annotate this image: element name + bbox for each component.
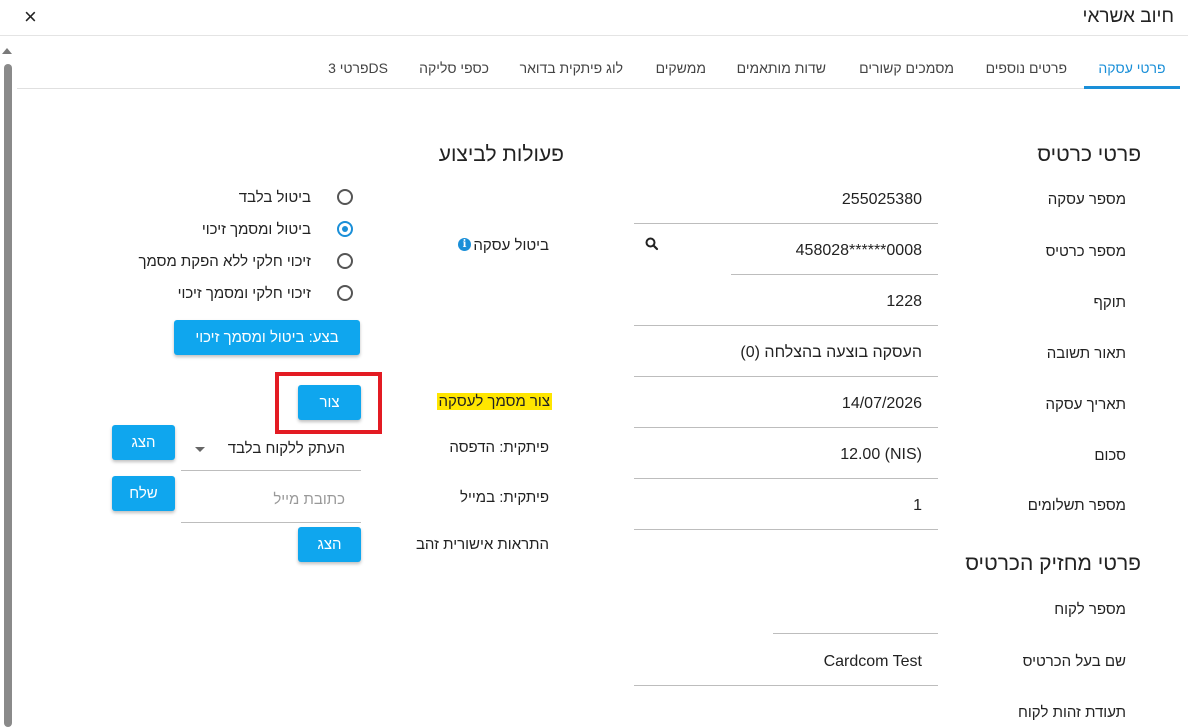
field-divider (773, 633, 938, 634)
field-divider (634, 478, 938, 479)
radio-option-cancel-credit-label: ביטול ומסמך זיכוי (201, 221, 311, 238)
field-divider (634, 427, 938, 428)
tab-email-slip-log[interactable]: לוג פיתקית בדואר (520, 58, 623, 88)
field-divider (731, 274, 938, 275)
email-send-button[interactable]: שלח (112, 476, 175, 511)
print-show-button[interactable]: הצג (112, 425, 175, 460)
radio-option-partial-no-doc-label: זיכוי חלקי ללא הפקת מסמך (138, 253, 311, 270)
transaction-date-value: 14/07/2026 (841, 395, 922, 412)
field-divider (634, 325, 938, 326)
card-details-title: פרטי כרטיס (1037, 143, 1141, 166)
title-bar (0, 0, 1188, 36)
chevron-down-icon (195, 447, 205, 452)
scrollbar-thumb[interactable] (4, 64, 12, 727)
tab-interfaces[interactable]: ממשקים (656, 58, 706, 88)
response-description-label: תאור תשובה (1046, 345, 1126, 362)
tab-custom-fields[interactable]: שדות מותאמים (737, 58, 826, 88)
field-divider (634, 223, 938, 224)
response-description-value: העסקה בוצעה בהצלחה (0) (740, 344, 922, 361)
expiry-label: תוקף (1093, 294, 1126, 311)
radio-option-cancel-credit[interactable] (337, 221, 353, 237)
window-title: חיוב אשראי (1082, 6, 1174, 27)
tabs-divider (17, 88, 1180, 89)
print-copy-select[interactable]: העתק ללקוח בלבד (181, 430, 361, 471)
create-document-label-text: צור מסמך לעסקה (436, 393, 552, 410)
card-number-label: מספר כרטיס (1045, 243, 1126, 260)
scroll-up-arrow-icon[interactable] (2, 48, 12, 54)
actions-title: פעולות לביצוע (438, 143, 564, 166)
radio-option-partial-credit-label: זיכוי חלקי ומסמך זיכוי (177, 285, 311, 302)
gold-alerts-show-button[interactable]: הצג (298, 527, 361, 562)
email-field[interactable]: כתובת מייל (181, 480, 361, 523)
tab-more-details[interactable]: פרטים נוספים (986, 58, 1067, 88)
transaction-number-value: 255025380 (841, 191, 922, 208)
card-holder-name-label: שם בעל הכרטיס (1022, 653, 1126, 670)
installments-value: 1 (913, 497, 922, 514)
email-field-placeholder: כתובת מייל (273, 491, 345, 508)
transaction-date-label: תאריך עסקה (1045, 396, 1127, 413)
radio-option-cancel-only[interactable] (337, 189, 353, 205)
installments-label: מספר תשלומים (1027, 497, 1126, 514)
execute-action-button[interactable]: בצע: ביטול ומסמך זיכוי (174, 320, 360, 355)
card-holder-name-value: Cardcom Test (823, 653, 922, 670)
close-icon[interactable]: × (24, 4, 37, 30)
radio-option-partial-credit[interactable] (337, 285, 353, 301)
email-slip-label: פיתקית: במייל (460, 489, 549, 506)
radio-option-cancel-only-label: ביטול בלבד (238, 189, 311, 206)
expiry-value: 1228 (886, 293, 922, 310)
card-number-value: 458028******0008 (795, 242, 922, 259)
active-tab-indicator (1084, 86, 1180, 89)
print-copy-select-value: העתק ללקוח בלבד (227, 440, 345, 457)
transaction-number-label: מספר עסקה (1047, 191, 1126, 208)
create-document-button[interactable]: צור (298, 385, 361, 420)
cancel-transaction-label: ביטול עסקה (473, 237, 549, 254)
tab-3ds-details[interactable]: פרטי 3DS (328, 58, 388, 88)
customer-id-label: תעודת זהות לקוח (1018, 704, 1126, 721)
radio-option-partial-no-doc[interactable] (337, 253, 353, 269)
field-divider (634, 529, 938, 530)
tab-transaction-details[interactable]: פרטי עסקה (1092, 58, 1172, 88)
card-holder-title: פרטי מחזיק הכרטיס (965, 552, 1141, 575)
tab-clearing-funds[interactable]: כספי סליקה (419, 58, 489, 88)
field-divider (634, 685, 938, 686)
print-slip-label: פיתקית: הדפסה (449, 439, 549, 456)
info-icon[interactable]: i (458, 238, 471, 251)
amount-label: סכום (1094, 447, 1126, 464)
amount-value: 12.00 (NIS) (840, 446, 922, 463)
search-icon[interactable] (644, 236, 660, 252)
customer-number-label: מספר לקוח (1054, 601, 1126, 618)
tab-related-documents[interactable]: מסמכים קשורים (859, 58, 954, 88)
create-document-label: צור מסמך לעסקה (436, 393, 552, 410)
field-divider (634, 376, 938, 377)
gold-alerts-label: התראות אישורית זהב (415, 536, 549, 553)
